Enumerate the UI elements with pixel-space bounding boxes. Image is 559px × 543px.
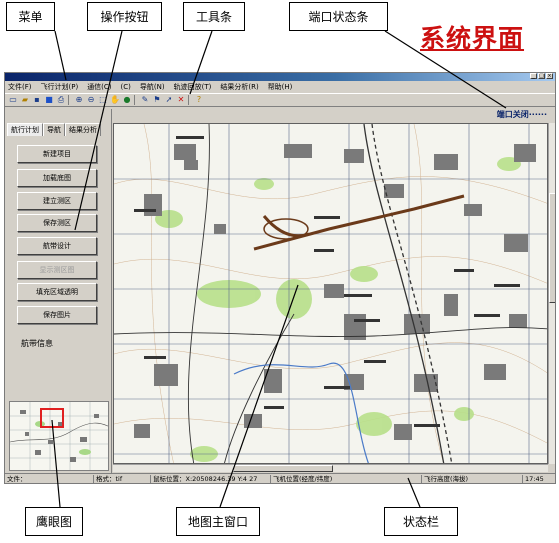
toolbar-separator: [188, 95, 192, 105]
app-window: _ □ × 文件(F) 飞行计划(P) 通信(C) (C) 导航(N) 轨迹回放…: [4, 72, 556, 484]
delete-icon[interactable]: ✕: [176, 95, 186, 105]
callout-menu: 菜单: [6, 2, 55, 31]
save-icon[interactable]: ▪: [32, 95, 42, 105]
route-info-label: 航带信息: [21, 339, 53, 348]
route-design-button[interactable]: 航带设计: [17, 237, 97, 255]
toolbar-separator: [68, 95, 72, 105]
menu-result-analysis[interactable]: 结果分析(R): [220, 82, 258, 92]
maximize-icon[interactable]: □: [538, 73, 545, 79]
page-title: 系统界面: [420, 24, 525, 53]
callout-toolbar: 工具条: [183, 2, 245, 31]
menu-navigation[interactable]: 导航(N): [140, 82, 165, 92]
horizontal-scroll-thumb[interactable]: [233, 465, 333, 472]
save-survey-area-button[interactable]: 保存测区: [17, 214, 97, 232]
callout-map-main: 地图主窗口: [176, 507, 260, 536]
callout-port-status-bar: 端口状态条: [289, 2, 388, 31]
toolbar: ▭ ▰ ▪ ■ ⎙ ⊕ ⊖ ⬚ ✋ ● ✎ ⚑ ➚ ✕ ?: [5, 93, 555, 107]
print-icon[interactable]: ⎙: [56, 95, 66, 105]
status-altitude: 飞行高度(海拔): [421, 475, 521, 483]
tab-flight-plan[interactable]: 航行计划: [7, 123, 43, 136]
new-icon[interactable]: ▭: [8, 95, 18, 105]
overview-map[interactable]: [9, 401, 109, 471]
topographic-map: [114, 124, 547, 463]
open-icon[interactable]: ▰: [20, 95, 30, 105]
callout-buttons: 操作按钮: [87, 2, 162, 31]
show-survey-map-button[interactable]: 显示测区图: [17, 261, 97, 279]
new-project-button[interactable]: 新建项目: [17, 145, 97, 163]
help-icon[interactable]: ?: [194, 95, 204, 105]
menu-extra[interactable]: (C): [121, 83, 131, 91]
zoom-box-icon[interactable]: ⬚: [98, 95, 108, 105]
zoom-out-icon[interactable]: ⊖: [86, 95, 96, 105]
status-mouse-coords: 鼠标位置：X:20508246.39 Y:4 27: [150, 475, 268, 483]
close-icon[interactable]: ×: [546, 73, 553, 79]
status-file: 文件：: [7, 475, 27, 483]
pan-hand-icon[interactable]: ✋: [110, 95, 120, 105]
callout-overview: 鹰眼图: [25, 507, 83, 536]
callout-status-bar: 状态栏: [384, 507, 458, 536]
save-image-button[interactable]: 保存图片: [17, 306, 97, 324]
status-bar: 文件： 格式：tif 鼠标位置：X:20508246.39 Y:4 27 飞机位…: [5, 473, 555, 483]
tab-navigation[interactable]: 导航: [43, 123, 65, 136]
globe-icon[interactable]: ●: [122, 95, 132, 105]
vertical-scroll-thumb[interactable]: [549, 193, 555, 303]
left-panel: 航行计划 导航 结果分析 新建项目 加载底图 建立测区 保存测区 航带设计 显示…: [5, 109, 112, 473]
map-main-window[interactable]: [113, 123, 548, 464]
pen-icon[interactable]: ✎: [140, 95, 150, 105]
panel-tabs: 航行计划 导航 结果分析: [7, 123, 101, 136]
toolbar-separator: [134, 95, 138, 105]
menu-file[interactable]: 文件(F): [8, 82, 32, 92]
status-time: 17:45: [522, 475, 555, 483]
menu-bar: 文件(F) 飞行计划(P) 通信(C) (C) 导航(N) 轨迹回放(T) 结果…: [5, 81, 555, 93]
save-blue-icon[interactable]: ■: [44, 95, 54, 105]
map-vertical-scrollbar[interactable]: [548, 123, 555, 464]
minimize-icon[interactable]: _: [530, 73, 537, 79]
create-survey-area-button[interactable]: 建立测区: [17, 192, 97, 210]
title-bar: _ □ ×: [5, 73, 555, 81]
menu-flight-plan[interactable]: 飞行计划(P): [41, 82, 79, 92]
menu-help[interactable]: 帮助(H): [268, 82, 293, 92]
status-format: 格式：tif: [93, 475, 149, 483]
menu-communication[interactable]: 通信(C): [87, 82, 111, 92]
flag-icon[interactable]: ⚑: [152, 95, 162, 105]
fill-transparent-button[interactable]: 填充区域透明: [17, 283, 97, 301]
tab-result-analysis[interactable]: 结果分析: [65, 123, 101, 136]
menu-track-replay[interactable]: 轨迹回放(T): [174, 82, 212, 92]
zoom-in-icon[interactable]: ⊕: [74, 95, 84, 105]
load-basemap-button[interactable]: 加载底图: [17, 169, 97, 187]
pointer-icon[interactable]: ➚: [164, 95, 174, 105]
overview-viewport-rect[interactable]: [40, 408, 64, 428]
port-status: 端口关闭······: [496, 110, 547, 119]
status-plane-position: 飞机位置(经度/纬度): [270, 475, 420, 483]
map-horizontal-scrollbar[interactable]: [113, 464, 548, 472]
